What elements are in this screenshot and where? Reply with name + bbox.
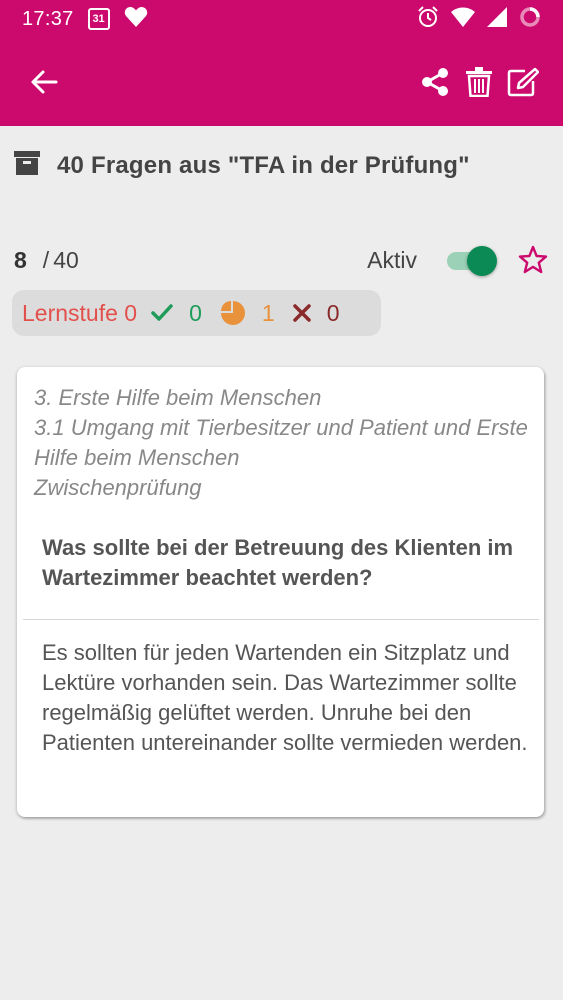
question-card[interactable]: 3. Erste Hilfe beim Menschen 3.1 Umgang … [17, 367, 544, 817]
cross-icon [292, 304, 311, 322]
check-icon [151, 304, 173, 322]
partial-count: 1 [261, 299, 275, 326]
toggle-knob [467, 246, 497, 276]
title-row: 40 Fragen aus "TFA in der Prüfung" [14, 150, 470, 181]
star-icon[interactable] [517, 244, 549, 276]
signal-icon [487, 6, 507, 32]
pie-chart-icon [220, 300, 246, 326]
edit-icon[interactable] [507, 66, 539, 98]
category-line: Zwischenprüfung [34, 475, 202, 500]
category-path: 3. Erste Hilfe beim Menschen 3.1 Umgang … [34, 383, 534, 503]
active-toggle[interactable] [447, 243, 497, 277]
question-total: 40 [53, 246, 79, 273]
level-summary: Lernstufe 0 0 1 0 [12, 290, 381, 336]
wrong-count: 0 [326, 299, 340, 326]
app-bar [0, 38, 563, 126]
alarm-icon [417, 5, 439, 33]
question-separator: / [42, 246, 50, 273]
status-bar: 17:37 31 [0, 0, 563, 38]
answer-text: Es sollten für jeden Wartenden ein Sitzp… [42, 640, 528, 755]
question-text: Was sollte bei der Betreuung des Kliente… [42, 535, 514, 590]
trash-icon[interactable] [463, 66, 495, 98]
divider [23, 619, 539, 620]
calendar-icon: 31 [87, 8, 110, 30]
question-current: 8 [14, 246, 27, 273]
archive-icon [14, 150, 40, 181]
correct-count: 0 [189, 299, 202, 326]
loading-icon [519, 6, 541, 33]
page-title: 40 Fragen aus "TFA in der Prüfung" [57, 151, 470, 179]
category-line: 3.1 Umgang mit Tierbesitzer und Patient … [34, 415, 528, 470]
wifi-icon [451, 7, 475, 32]
share-icon[interactable] [419, 66, 451, 98]
status-time: 17:37 [22, 7, 74, 30]
back-arrow-icon[interactable] [28, 66, 60, 98]
heart-icon [124, 6, 148, 33]
level-label: Lernstufe 0 [22, 299, 138, 326]
progress-row: 8 / 40 Aktiv [14, 240, 549, 280]
category-line: 3. Erste Hilfe beim Menschen [34, 385, 322, 410]
active-label: Aktiv [367, 246, 417, 273]
